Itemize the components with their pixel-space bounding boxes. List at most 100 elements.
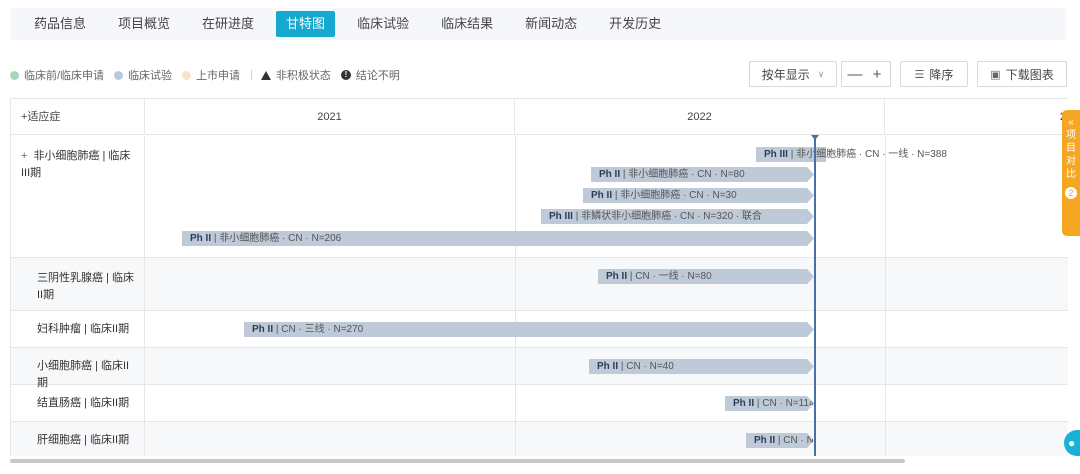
gantt-bar[interactable]: Ph III | 非鳞状非小细胞肺癌 · CN · N=320 · 联合 (541, 209, 814, 224)
legend-dot-green-icon (10, 70, 19, 80)
gantt-bar[interactable]: Ph II | 非小细胞肺癌 · CN · N=206 (182, 231, 814, 246)
gantt-bar[interactable]: Ph II | 非小细胞肺癌 · CN · N=30 (583, 188, 814, 203)
legend-label: 上市申请 (196, 70, 241, 82)
year-divider (515, 385, 516, 421)
download-chart-button[interactable]: ▣ 下载图表 (977, 61, 1067, 87)
bar-detail: | 非小细胞肺癌 · CN · N=30 (614, 190, 737, 201)
zoom-out-button[interactable]: — (844, 66, 866, 83)
download-icon: ▣ (990, 68, 1001, 81)
gantt-bar[interactable]: Ph II | CN · 一线 · N=80 (598, 269, 814, 284)
indication-label: 非小细胞肺癌 | 临床III期 (21, 150, 131, 179)
bar-phase: Ph II (597, 361, 619, 372)
bar-detail: | CN · N=60 (777, 435, 831, 446)
bar-phase: Ph II (606, 271, 628, 282)
tab-drug-info[interactable]: 药品信息 (24, 11, 96, 37)
legend-dot-blue-icon (114, 70, 124, 80)
today-marker-line (814, 135, 816, 456)
collapse-chevron-icon: « (1068, 117, 1074, 128)
compare-tab-label: 项目对比 (1066, 130, 1076, 180)
legend-item-unclear: ! 结论不明 (340, 67, 400, 83)
indication-cell: 三阴性乳腺癌 | 临床II期 (11, 258, 145, 310)
tab-clinical-trials[interactable]: 临床试验 (347, 11, 419, 37)
legend-separator: | (250, 69, 253, 81)
legend-item-preclinical: 临床前/临床申请 (10, 67, 104, 83)
view-mode-value: 按年显示 (761, 67, 810, 82)
indication-header[interactable]: +适应症 (11, 99, 145, 135)
gantt-bar[interactable]: Ph II | CN · N=40 (589, 359, 814, 374)
bar-phase: Ph II (591, 190, 613, 201)
gantt-bar[interactable]: Ph II | 非小细胞肺癌 · CN · N=80 (591, 167, 814, 182)
zoom-control: — + (841, 61, 891, 87)
gantt-bar[interactable]: Ph II | CN · 三线 · N=270 (244, 322, 814, 337)
year-divider (515, 422, 516, 456)
tab-project-overview[interactable]: 项目概览 (108, 11, 180, 37)
tab-clinical-results[interactable]: 临床结果 (431, 11, 503, 37)
tab-gantt[interactable]: 甘特图 (276, 11, 336, 37)
legend-item-clinical: 临床试验 (114, 67, 172, 83)
year-divider (885, 348, 886, 384)
bar-phase: Ph II (754, 435, 776, 446)
legend-dot-orange-icon (182, 70, 192, 80)
legend-item-filing: 上市申请 (182, 67, 240, 83)
gantt-row: + 非小细胞肺癌 | 临床III期 Ph III | 非小细胞肺癌 · CN · … (11, 136, 1068, 258)
bar-phase: Ph II (733, 398, 755, 409)
bar-detail: | CN · N=40 (620, 361, 674, 372)
indication-cell: + 非小细胞肺癌 | 临床III期 (11, 136, 145, 257)
legend-item-negative: 非积极状态 (260, 67, 331, 83)
tab-bar: 药品信息 项目概览 在研进度 甘特图 临床试验 临床结果 新闻动态 开发历史 (10, 8, 1066, 40)
legend-label: 非积极状态 (275, 70, 331, 82)
indication-label: 肝细胞癌 | 临床II期 (37, 434, 130, 446)
year-header-2021: 2021 (145, 99, 515, 135)
legend-label: 临床试验 (128, 70, 173, 82)
compare-count-badge: 2 (1065, 187, 1077, 199)
legend-label: 结论不明 (355, 70, 400, 82)
legend: 临床前/临床申请 临床试验 上市申请 | 非积极状态 ! 结论不明 (10, 66, 410, 84)
expand-row-icon[interactable]: + (21, 150, 27, 162)
zoom-in-button[interactable]: + (866, 66, 888, 83)
gantt-row: 肝细胞癌 | 临床II期 Ph II | CN · N=60 (11, 422, 1068, 456)
tab-rd-progress[interactable]: 在研进度 (192, 11, 264, 37)
indication-cell: 肝细胞癌 | 临床II期 (11, 422, 145, 456)
gantt-bar[interactable]: Ph II | CN · N=114 (725, 396, 814, 411)
bar-phase: Ph III (764, 149, 788, 160)
tab-news[interactable]: 新闻动态 (515, 11, 587, 37)
indication-label: 三阴性乳腺癌 | 临床II期 (37, 272, 134, 301)
sort-list-icon: ☰ (914, 68, 925, 81)
year-header-next: 2 (885, 99, 1068, 135)
year-divider (885, 311, 886, 347)
gantt-header: +适应症 2021 2022 2 (11, 99, 1068, 135)
year-divider (885, 385, 886, 421)
bar-phase: Ph III (549, 211, 573, 222)
gantt-bar[interactable]: Ph II | CN · N=60 (746, 433, 814, 448)
bar-phase: Ph II (599, 169, 621, 180)
exclamation-icon: ! (340, 70, 351, 80)
year-divider (885, 258, 886, 310)
tab-dev-history[interactable]: 开发历史 (599, 11, 671, 37)
year-divider (885, 422, 886, 456)
bar-detail: | CN · 一线 · N=80 (629, 271, 712, 282)
chevron-down-icon: ∨ (817, 68, 825, 79)
indication-cell: 妇科肿瘤 | 临床II期 (11, 311, 145, 347)
sort-button[interactable]: ☰ 降序 (900, 61, 968, 87)
legend-label: 临床前/临床申请 (24, 70, 105, 82)
indication-header-label: 适应症 (27, 111, 61, 123)
bar-detail: | 非小细胞肺癌 · CN · N=80 (622, 169, 745, 180)
view-mode-select[interactable]: 按年显示 ∨ (749, 61, 837, 87)
indication-label: 妇科肿瘤 | 临床II期 (37, 323, 130, 335)
year-header-2022: 2022 (515, 99, 885, 135)
compare-side-tab[interactable]: « 项目对比 2 (1062, 110, 1080, 236)
bar-detail: | CN · 三线 · N=270 (275, 324, 364, 335)
warning-triangle-icon (260, 70, 271, 80)
bar-phase: Ph II (190, 233, 212, 244)
indication-label: 结直肠癌 | 临床II期 (37, 397, 130, 409)
gantt-row: 结直肠癌 | 临床II期 Ph II | CN · N=114 (11, 385, 1068, 422)
year-divider (515, 258, 516, 310)
bar-detail: | 非鳞状非小细胞肺癌 · CN · N=320 · 联合 (575, 211, 762, 222)
gantt-row: 小细胞肺癌 | 临床II期 Ph II | CN · N=40 (11, 348, 1068, 389)
indication-cell: 小细胞肺癌 | 临床II期 (11, 348, 145, 389)
horizontal-scrollbar[interactable] (10, 459, 905, 463)
gantt-row: 三阴性乳腺癌 | 临床II期 Ph II | CN · 一线 · N=80 (11, 258, 1068, 311)
year-divider (515, 348, 516, 384)
bar-detail: | CN · N=114 (756, 398, 815, 409)
indication-cell: 结直肠癌 | 临床II期 (11, 385, 145, 421)
